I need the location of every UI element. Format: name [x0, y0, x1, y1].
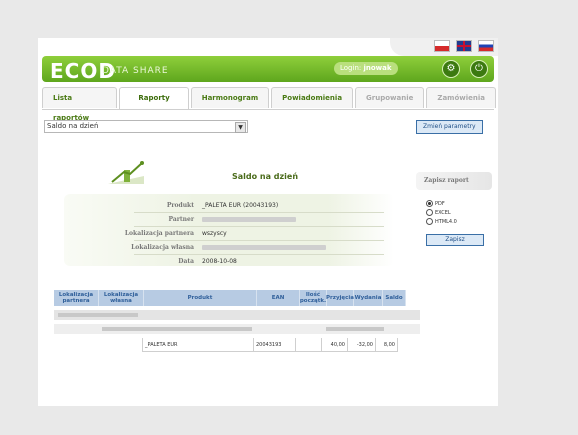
field-divider — [134, 226, 384, 227]
redacted-value — [58, 313, 138, 317]
table-cell-empty — [54, 338, 142, 352]
field-divider — [134, 212, 384, 213]
field-value: _PALETA EUR (20043193) — [202, 202, 279, 209]
app-header: ECOD DATA SHARE Login: jnowak ⚙ ⏻ — [42, 56, 494, 83]
radio-html[interactable]: HTML4.0 — [426, 218, 457, 225]
col-lokalizacja-wlasna[interactable]: Lokalizacja własna — [99, 290, 144, 306]
flag-ru-icon[interactable] — [478, 40, 494, 52]
field-label: Data — [178, 258, 194, 265]
col-produkt[interactable]: Produkt — [144, 290, 257, 306]
save-button[interactable]: Zapisz — [426, 234, 484, 246]
col-lokalizacja-partnera[interactable]: Lokalizacja partnera — [54, 290, 99, 306]
field-lokalizacja-partnera: Lokalizacja partnera wszyscy — [44, 230, 384, 241]
radio-excel[interactable]: EXCEL — [426, 209, 451, 216]
field-partner: Partner — [44, 216, 384, 227]
chevron-down-icon[interactable]: ▼ — [235, 122, 246, 133]
field-value: wszyscy — [202, 230, 227, 237]
field-lokalizacja-wlasna: Lokalizacja własna — [44, 244, 384, 255]
flag-uk-icon[interactable] — [456, 40, 472, 52]
tab-divider — [42, 109, 494, 110]
field-divider — [134, 254, 384, 255]
redacted-value — [202, 245, 326, 250]
field-label: Lokalizacja własna — [131, 244, 194, 251]
login-user: jnowak — [363, 64, 392, 72]
report-card: Saldo na dzień Produkt _PALETA EUR (2004… — [44, 160, 400, 270]
table-header: Lokalizacja partnera Lokalizacja własna … — [54, 290, 406, 306]
tab-bar: Lista raportów Raporty Harmonogram Powia… — [42, 87, 498, 122]
report-title: Saldo na dzień — [232, 172, 299, 181]
report-chart-icon — [108, 161, 144, 184]
col-saldo[interactable]: Saldo — [383, 290, 406, 306]
logo-subtitle: DATA SHARE — [102, 66, 169, 76]
table-row: _PALETA EUR 20043193 40,00 -32,00 8,00 — [54, 338, 420, 352]
settings-icon[interactable]: ⚙ — [442, 60, 460, 78]
login-label: Login: — [340, 64, 362, 72]
save-panel-title: Zapisz raport — [424, 177, 469, 184]
tab-harmonogram[interactable]: Harmonogram — [190, 87, 270, 108]
save-report-panel: Zapisz raport PDF EXCEL HTML4.0 Zapisz — [416, 172, 492, 254]
field-label: Lokalizacja partnera — [124, 230, 194, 237]
option-label: HTML4.0 — [435, 219, 457, 225]
radio-icon[interactable] — [426, 218, 433, 225]
radio-icon[interactable] — [426, 209, 433, 216]
tab-zamowienia: Zamówienia — [426, 87, 496, 108]
field-value: 2008-10-08 — [202, 258, 237, 265]
tab-lista-raportow[interactable]: Lista raportów — [42, 87, 118, 122]
report-select[interactable]: Saldo na dzień ▼ — [44, 120, 248, 133]
save-panel-header: Zapisz raport — [416, 172, 492, 190]
radio-pdf[interactable]: PDF — [426, 200, 445, 207]
change-params-button[interactable]: Zmień parametry — [416, 120, 483, 134]
power-icon[interactable]: ⏻ — [470, 60, 488, 78]
login-badge: Login: jnowak — [334, 62, 398, 75]
redacted-value — [102, 327, 252, 331]
col-ean[interactable]: EAN — [257, 290, 300, 306]
table-group-row — [54, 310, 420, 320]
table-cell-ean: 20043193 — [254, 338, 296, 352]
flag-pl-icon[interactable] — [434, 40, 450, 52]
col-wydania[interactable]: Wydania — [354, 290, 383, 306]
tab-grupowanie: Grupowanie — [355, 87, 425, 108]
field-label: Produkt — [166, 202, 194, 209]
language-flags — [434, 38, 494, 54]
table-cell-ilosc — [296, 338, 322, 352]
table-cell-wydania: -32,00 — [348, 338, 376, 352]
table-cell-produkt: _PALETA EUR — [142, 338, 254, 352]
table-cell-przyjecia: 40,00 — [322, 338, 348, 352]
field-produkt: Produkt _PALETA EUR (20043193) — [44, 202, 384, 213]
field-divider — [134, 240, 384, 241]
table-subgroup-row — [54, 324, 420, 334]
tab-powiadomienia[interactable]: Powiadomienia — [271, 87, 354, 108]
field-label: Partner — [168, 216, 194, 223]
col-przyjecia[interactable]: Przyjęcia — [326, 290, 354, 306]
app-frame: ECOD DATA SHARE Login: jnowak ⚙ ⏻ Lista … — [38, 38, 498, 406]
radio-selected-icon[interactable] — [426, 200, 433, 207]
tab-raporty[interactable]: Raporty — [119, 87, 189, 110]
field-data: Data 2008-10-08 — [44, 258, 384, 269]
option-label: PDF — [435, 201, 445, 207]
option-label: EXCEL — [435, 210, 451, 216]
redacted-value — [326, 327, 384, 331]
redacted-value — [202, 217, 296, 222]
report-select-value: Saldo na dzień — [47, 122, 99, 130]
table-cell-saldo: 8,00 — [376, 338, 398, 352]
col-ilosc-poczatk[interactable]: Ilość początk. — [300, 290, 327, 306]
